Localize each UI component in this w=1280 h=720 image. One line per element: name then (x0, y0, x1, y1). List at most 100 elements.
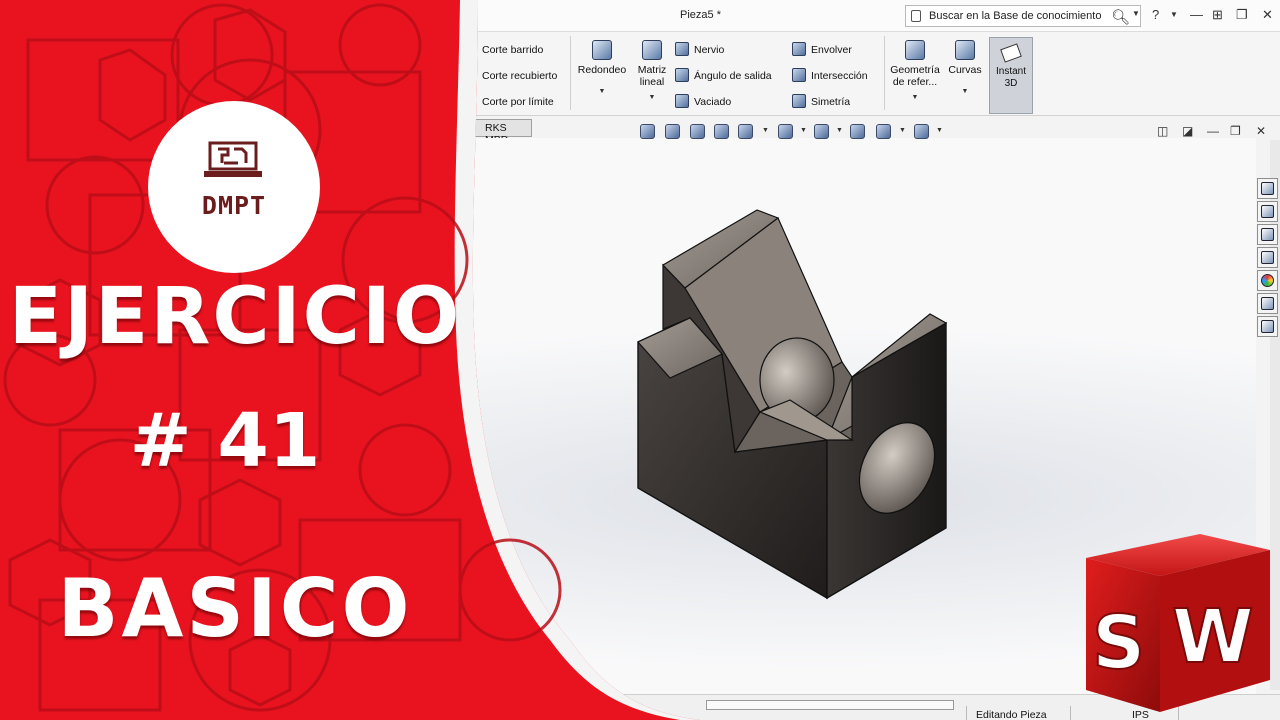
help-button[interactable]: ? (1152, 7, 1159, 22)
mirror-label: Simetría (811, 96, 851, 108)
previous-view-icon[interactable] (690, 124, 705, 139)
logo-letter-s: S (1092, 600, 1145, 686)
curves-button[interactable]: Curvas ▼ (946, 40, 984, 98)
instant3d-label-2: 3D (1004, 78, 1018, 89)
chevron-down-icon[interactable]: ▼ (946, 86, 984, 98)
wrap-button[interactable]: Envolver (792, 42, 852, 56)
chevron-down-icon[interactable]: ▼ (836, 127, 843, 134)
intersect-button[interactable]: Intersección (792, 68, 868, 82)
status-progress-box (706, 700, 954, 710)
fillet-button[interactable]: Redondeo ▼ (576, 40, 628, 98)
tab-mbd[interactable]: RKS MBD (474, 119, 532, 146)
custom-properties-icon[interactable] (1257, 293, 1278, 314)
status-editing: Editando Pieza (976, 709, 1047, 720)
logo-letter-w: W (1172, 594, 1254, 680)
tile-right-icon[interactable]: ◪ (1182, 124, 1193, 138)
knowledge-base-search[interactable]: Buscar en la Base de conocimiento 🔍︎ ▼ (905, 5, 1141, 27)
display-style-icon[interactable] (814, 124, 829, 139)
logo-text: DMPT (201, 191, 267, 220)
view-palette-icon[interactable] (1257, 247, 1278, 268)
restore-icon[interactable]: ❐ (1236, 7, 1248, 23)
draft-label: Ángulo de salida (694, 70, 772, 82)
linear-pattern-icon (642, 40, 662, 60)
ribbon-separator (570, 36, 571, 110)
boundary-cut-label: Corte por límite (482, 96, 554, 108)
minimize-icon[interactable]: — (1207, 124, 1219, 138)
chevron-down-icon[interactable]: ▼ (888, 92, 942, 104)
appearances-icon[interactable] (1257, 270, 1278, 291)
close-icon[interactable]: ✕ (1256, 124, 1266, 138)
wrap-icon (792, 42, 806, 56)
command-manager-ribbon: Corte barrido Corte recubierto Corte por… (0, 32, 1280, 116)
chevron-down-icon[interactable]: ▼ (936, 127, 943, 134)
wrap-label: Envolver (811, 44, 852, 56)
restore-icon[interactable]: ❐ (1230, 124, 1241, 138)
reference-geometry-label-2: de refer... (892, 76, 938, 88)
search-icon[interactable]: 🔍︎ (1111, 8, 1130, 26)
tile-left-icon[interactable]: ◫ (1157, 124, 1168, 138)
help-menu-icon[interactable]: ▼ (1170, 10, 1178, 19)
curves-icon (955, 40, 975, 60)
reference-geometry-icon (905, 40, 925, 60)
intersect-icon (792, 68, 806, 82)
rib-label: Nervio (694, 44, 725, 56)
loft-cut-label: Corte recubierto (482, 70, 558, 82)
section-view-icon[interactable] (714, 124, 729, 139)
instant3d-label-1: Instant (995, 66, 1027, 77)
chevron-down-icon[interactable]: ▼ (633, 92, 671, 104)
dynamic-annotation-icon[interactable] (738, 124, 753, 139)
tile-icon[interactable]: ⊞ (1212, 7, 1223, 23)
minimize-icon[interactable]: — (1190, 7, 1203, 22)
title-bar: Pieza5 * Buscar en la Base de conocimien… (0, 0, 1280, 32)
fillet-label: Redondeo (577, 64, 627, 76)
linear-pattern-label-2: lineal (639, 76, 665, 88)
dmpt-logo: DMPT (148, 101, 320, 273)
status-separator (966, 706, 967, 720)
search-label: Buscar en la Base de conocimiento (929, 10, 1102, 22)
laptop-logo-icon (204, 141, 262, 177)
forum-icon[interactable] (1257, 316, 1278, 337)
linear-pattern-label-1: Matriz (637, 64, 667, 76)
draft-button[interactable]: Ángulo de salida (675, 68, 772, 82)
mirror-button[interactable]: Simetría (792, 94, 850, 108)
title-ejercicio: EJERCICIO (8, 272, 462, 362)
linear-pattern-button[interactable]: Matriz lineal ▼ (633, 40, 671, 104)
curves-label: Curvas (948, 64, 982, 76)
rib-button[interactable]: Nervio (675, 42, 724, 56)
v-block-part-model[interactable] (600, 180, 980, 610)
display-settings-icon[interactable] (914, 124, 929, 139)
shell-button[interactable]: Vaciado (675, 94, 731, 108)
chevron-down-icon[interactable]: ▼ (899, 127, 906, 134)
instant3d-button[interactable]: Instant 3D (989, 37, 1033, 114)
zoom-to-fit-icon[interactable] (640, 124, 655, 139)
intersect-label: Intersección (811, 70, 868, 82)
close-icon[interactable]: ✕ (1262, 7, 1273, 23)
view-orientation-icon[interactable] (778, 124, 793, 139)
mirror-icon (792, 94, 806, 108)
zoom-to-area-icon[interactable] (665, 124, 680, 139)
chevron-down-icon[interactable]: ▼ (576, 86, 628, 98)
reference-geometry-button[interactable]: Geometría de refer... ▼ (888, 40, 942, 104)
reference-geometry-label-1: Geometría (890, 64, 940, 76)
sweep-cut-button[interactable]: Corte barrido (482, 44, 543, 56)
shell-icon (675, 94, 689, 108)
shell-label: Vaciado (694, 96, 732, 108)
document-icon (911, 10, 921, 22)
sweep-cut-label: Corte barrido (482, 44, 544, 56)
draft-icon (675, 68, 689, 82)
chevron-down-icon[interactable]: ▼ (800, 127, 807, 134)
fillet-icon (592, 40, 612, 60)
home-icon[interactable] (1257, 178, 1278, 199)
chevron-down-icon[interactable]: ▼ (762, 127, 769, 134)
solidworks-logo: S W (1086, 534, 1270, 712)
design-library-icon[interactable] (1257, 201, 1278, 222)
hide-show-items-icon[interactable] (850, 124, 865, 139)
file-explorer-icon[interactable] (1257, 224, 1278, 245)
boundary-cut-button[interactable]: Corte por límite (482, 96, 554, 108)
edit-appearance-icon[interactable] (876, 124, 891, 139)
status-separator (1070, 706, 1071, 720)
document-title: Pieza5 * (680, 9, 721, 21)
rib-icon (675, 42, 689, 56)
chevron-down-icon[interactable]: ▼ (1132, 9, 1140, 18)
loft-cut-button[interactable]: Corte recubierto (482, 70, 557, 82)
